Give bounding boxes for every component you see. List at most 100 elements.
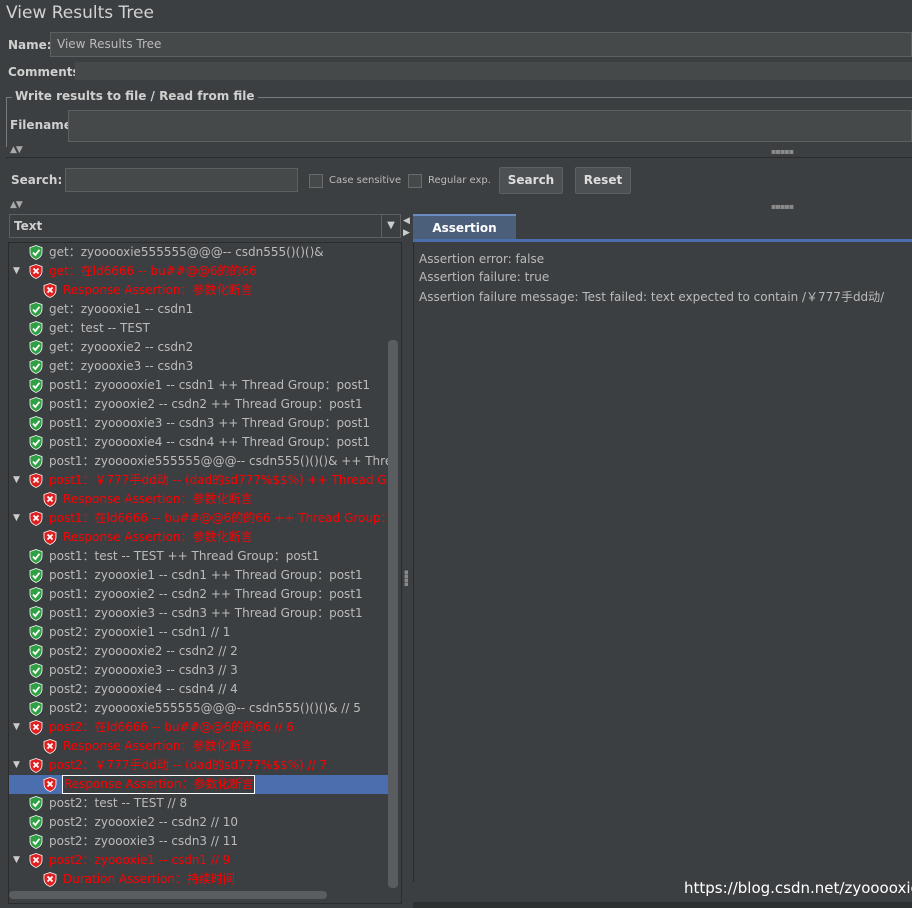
tree-row[interactable]: post1：zyooooxie3 -- csdn3 ++ Thread Grou… [9,414,389,433]
tree-row-label: get：在ld6666 -- bu##@@6的的66 [49,264,257,278]
tree-row[interactable]: get：test -- TEST [9,319,389,338]
tree-row-label: post2：zyoooxie3 -- csdn3 // 11 [49,834,239,848]
tree-row-label: post1：zyoooxie2 -- csdn2 ++ Thread Group… [49,587,363,601]
renderer-select[interactable]: Text ▼ [9,214,401,238]
expand-toggle-icon[interactable]: ▼ [13,471,20,490]
tree-row[interactable]: post1：test -- TEST ++ Thread Group：post1 [9,547,389,566]
success-shield-icon [29,606,43,621]
success-shield-icon [29,245,43,260]
success-shield-icon [29,815,43,830]
tree-row[interactable]: post2：zyooooxie555555@@@-- csdn555()()()… [9,699,389,718]
tree-row-label: post1：zyoooxie3 -- csdn3 ++ Thread Group… [49,606,363,620]
tree-row-label: get：zyoooxie2 -- csdn2 [49,340,194,354]
tree-row[interactable]: ▼ get：在ld6666 -- bu##@@6的的66 [9,262,389,281]
tree-row[interactable]: get：zyoooxie2 -- csdn2 [9,338,389,357]
tree-row-label: Response Assertion：参数化断言 [61,775,256,794]
filename-field[interactable] [68,110,912,142]
success-shield-icon [29,549,43,564]
case-sensitive-checkbox[interactable] [309,174,323,188]
assertion-error-line: Assertion error: false [419,252,545,266]
expand-toggle-icon[interactable]: ▼ [13,718,20,737]
regular-exp-checkbox[interactable] [408,174,422,188]
success-shield-icon [29,416,43,431]
tree-row[interactable]: ▼ post1：￥777手dd动 -- (dad的sd777%$$%) ++ Th… [9,471,389,490]
expand-toggle-icon[interactable]: ▼ [13,756,20,775]
tree-row-label: get：zyoooxie1 -- csdn1 [49,302,194,316]
expand-toggle-icon[interactable]: ▼ [13,851,20,870]
collapse-arrows-icon-2[interactable]: ▲▼ [10,200,23,210]
tree-row[interactable]: post1：zyooooxie4 -- csdn4 ++ Thread Grou… [9,433,389,452]
tree-vertical-scrollbar[interactable] [388,340,398,888]
splitter-grip-icon[interactable]: ▪▪▪▪▪ [771,147,794,156]
tree-row-label: Response Assertion：参数化断言 [63,492,253,506]
failure-shield-icon [43,492,57,507]
tree-row-label: post1：￥777手dd动 -- (dad的sd777%$$%) ++ Thr… [49,473,389,487]
assertion-failure-message-line: Assertion failure message: Test failed: … [419,290,885,304]
tree-row-label: Duration Assertion：持续时间 [63,872,235,886]
failure-shield-icon [29,511,43,526]
collapse-arrows-icon[interactable]: ▲▼ [10,145,23,155]
tree-row[interactable]: ▼ post2：￥777手dd动 -- (dad的sd777%$$%) // 7 [9,756,389,775]
expand-toggle-icon[interactable]: ▼ [13,509,20,528]
tab-assertion-result[interactable]: Assertion result [413,214,516,259]
tree-row[interactable]: post1：zyoooxie2 -- csdn2 ++ Thread Group… [9,585,389,604]
expand-toggle-icon[interactable]: ▼ [13,262,20,281]
name-field[interactable]: View Results Tree [50,32,912,57]
tree-row[interactable]: ▼ post1：在ld6666 -- bu##@@6的的66 ++ Thread … [9,509,389,528]
comments-field[interactable] [75,62,912,80]
tree-row-label: post2：zyoooxie2 -- csdn2 // 10 [49,815,239,829]
tree-row[interactable]: post1：zyoooxie2 -- csdn2 ++ Thread Group… [9,395,389,414]
tree-row-label: post1：zyooooxie555555@@@-- csdn555()()()… [49,454,389,468]
tree-row[interactable]: post1：zyoooxie1 -- csdn1 ++ Thread Group… [9,566,389,585]
search-label: Search: [11,173,63,187]
tree-row[interactable]: post2：zyooooxie3 -- csdn3 // 3 [9,661,389,680]
splitter-grip-icon-2[interactable]: ▪▪▪▪▪ [771,202,794,211]
tree-row-label: post2：test -- TEST // 8 [49,796,188,810]
tree-row-label: post1：test -- TEST ++ Thread Group：post1 [49,549,320,563]
tree-row[interactable]: get：zyooooxie555555@@@-- csdn555()()()& [9,243,389,262]
tree-horizontal-scrollbar[interactable] [9,891,327,899]
tree-row[interactable]: Response Assertion：参数化断言 [9,490,389,509]
success-shield-icon [29,302,43,317]
tree-row[interactable]: post1：zyooooxie1 -- csdn1 ++ Thread Grou… [9,376,389,395]
result-panel-bottom [413,902,912,908]
tree-row[interactable]: Response Assertion：参数化断言 [9,737,389,756]
tree-row[interactable]: post2：zyoooxie3 -- csdn3 // 11 [9,832,389,851]
tree-row-label: post1：在ld6666 -- bu##@@6的的66 ++ Thread G… [49,511,389,525]
success-shield-icon [29,625,43,640]
tree-row[interactable]: post2：test -- TEST // 8 [9,794,389,813]
tree-row-label: post1：zyoooxie2 -- csdn2 ++ Thread Group… [49,397,363,411]
search-button[interactable]: Search [499,167,563,194]
tree-row-label: post2：￥777手dd动 -- (dad的sd777%$$%) // 7 [49,758,328,772]
failure-shield-icon [43,283,57,298]
tree-row-label: post1：zyooooxie4 -- csdn4 ++ Thread Grou… [49,435,370,449]
tree-row-label: post2：zyoooxie1 -- csdn1 // 9 [49,853,231,867]
tree-row[interactable]: post1：zyoooxie3 -- csdn3 ++ Thread Group… [9,604,389,623]
tree-row[interactable]: Duration Assertion：持续时间 [9,870,389,889]
tree-row[interactable]: ▼ post2：zyoooxie1 -- csdn1 // 9 [9,851,389,870]
failure-shield-icon [43,777,57,792]
window-title: View Results Tree [6,3,154,23]
tree-row[interactable]: post2：zyoooxie2 -- csdn2 // 10 [9,813,389,832]
tree-row[interactable]: ▼ post2：在ld6666 -- bu##@@6的的66 // 6 [9,718,389,737]
failure-shield-icon [43,739,57,754]
tree-row[interactable]: post2：zyooooxie2 -- csdn2 // 2 [9,642,389,661]
tree-row-label: get：zyooooxie555555@@@-- csdn555()()()& [49,245,324,259]
tree-row[interactable]: post2：zyoooxie1 -- csdn1 // 1 [9,623,389,642]
reset-button[interactable]: Reset [575,167,631,194]
success-shield-icon [29,321,43,336]
search-input[interactable] [65,168,298,192]
tree-row[interactable]: Response Assertion：参数化断言 [9,775,389,794]
tree-row[interactable]: get：zyoooxie1 -- csdn1 [9,300,389,319]
name-label: Name: [8,38,52,52]
split-divider[interactable]: ◀ ▶ ▪ ▪ ▪ ▪ [402,214,412,908]
chevron-down-icon[interactable]: ▼ [381,215,400,237]
tree-row[interactable]: Response Assertion：参数化断言 [9,281,389,300]
divider-right-arrow-icon[interactable]: ▶ [403,228,410,238]
tree-row[interactable]: post2：zyooooxie4 -- csdn4 // 4 [9,680,389,699]
divider-grip-icon[interactable]: ▪ ▪ ▪ ▪ [404,569,409,588]
tree-row[interactable]: post1：zyooooxie555555@@@-- csdn555()()()… [9,452,389,471]
divider-left-arrow-icon[interactable]: ◀ [403,216,410,226]
tree-row[interactable]: get：zyoooxie3 -- csdn3 [9,357,389,376]
tree-row[interactable]: Response Assertion：参数化断言 [9,528,389,547]
